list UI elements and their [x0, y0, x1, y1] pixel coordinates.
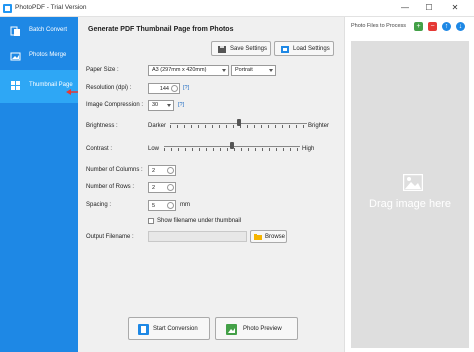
load-settings-label: Load Settings — [293, 46, 330, 52]
spacing-unit: mm — [180, 202, 190, 208]
contrast-label: Contrast : — [86, 146, 113, 152]
spinner-icon[interactable] — [167, 202, 174, 209]
drop-zone-text: Drag image here — [369, 198, 451, 210]
resolution-label: Resolution (dpi) : — [86, 85, 132, 91]
spacing-label: Spacing : — [86, 202, 112, 208]
sidebar-item-label: Batch Convert — [29, 27, 68, 33]
slider-thumb[interactable] — [236, 119, 241, 126]
sidebar-item-label: Thumbnail Page — [29, 82, 73, 88]
orientation-value: Portrait — [235, 67, 253, 73]
page-title: Generate PDF Thumbnail Page from Photos — [88, 26, 234, 33]
resolution-value: 144 — [159, 85, 169, 92]
folder-icon — [254, 234, 262, 240]
close-icon[interactable]: ✕ — [444, 0, 466, 15]
paper-size-label: Paper Size : — [86, 67, 119, 73]
compression-help-link[interactable]: [?] — [178, 102, 184, 108]
drop-zone[interactable]: Drag image here — [351, 41, 469, 348]
brightness-label: Brightness : — [86, 123, 118, 129]
browse-button[interactable]: Browse — [250, 230, 287, 243]
orientation-select[interactable]: Portrait — [231, 65, 276, 76]
output-filename-input[interactable] — [148, 231, 247, 242]
browse-label: Browse — [265, 234, 286, 240]
columns-value: 2 — [152, 167, 156, 174]
chevron-down-icon — [222, 69, 226, 72]
slider-thumb[interactable] — [230, 142, 234, 149]
paper-size-select[interactable]: A3 (297mm x 420mm) — [148, 65, 229, 76]
spinner-icon[interactable] — [167, 167, 174, 174]
spinner-icon[interactable] — [167, 184, 174, 191]
spinner-icon[interactable] — [171, 85, 178, 92]
resolution-help-link[interactable]: [?] — [183, 85, 189, 91]
contrast-high-label: High — [302, 146, 315, 152]
start-conversion-label: Start Conversion — [153, 326, 198, 332]
sidebar: Batch Convert Photos Merge Thumbnail Pag… — [0, 17, 78, 352]
output-filename-label: Output Filename : — [86, 234, 134, 240]
sidebar-item-thumbnail-page[interactable]: Thumbnail Page — [0, 70, 78, 103]
move-down-icon[interactable]: ↓ — [456, 22, 465, 31]
maximize-icon[interactable]: ☐ — [418, 0, 440, 15]
window-title: PhotoPDF - Trial Version — [15, 4, 87, 11]
rows-value: 2 — [152, 184, 156, 191]
thumbnail-grid-icon — [11, 81, 20, 90]
brightness-high-label: Brighter — [308, 123, 330, 129]
show-filename-checkbox[interactable] — [148, 218, 154, 224]
spacing-stepper[interactable]: 5 — [148, 200, 176, 211]
app-icon — [3, 4, 12, 13]
photo-preview-icon — [226, 324, 237, 335]
remove-file-icon[interactable]: − — [428, 22, 437, 31]
start-conversion-button[interactable]: Start Conversion — [128, 317, 210, 340]
compression-label: Image Compression : — [86, 102, 144, 108]
chevron-down-icon — [269, 69, 273, 72]
compression-select[interactable]: 30 — [148, 100, 174, 111]
minimize-icon[interactable]: — — [394, 0, 416, 15]
photo-files-panel: Photo Files to Process + − ↑ ↓ Drag imag… — [344, 17, 474, 352]
compression-value: 30 — [152, 102, 159, 108]
columns-label: Number of Columns : — [86, 167, 143, 173]
contrast-low-label: Low — [148, 146, 160, 152]
sidebar-item-label: Photos Merge — [29, 52, 67, 58]
add-file-icon[interactable]: + — [414, 22, 423, 31]
save-settings-button[interactable]: Save Settings — [211, 41, 271, 56]
rows-stepper[interactable]: 2 — [148, 182, 176, 193]
pdf-convert-icon — [138, 324, 149, 335]
load-icon — [281, 46, 289, 53]
save-icon — [218, 46, 226, 53]
move-up-icon[interactable]: ↑ — [442, 22, 451, 31]
photo-preview-label: Photo Preview — [243, 326, 282, 332]
main-panel: Generate PDF Thumbnail Page from Photos … — [78, 17, 344, 352]
contrast-slider[interactable] — [164, 142, 300, 152]
rows-label: Number of Rows : — [86, 184, 135, 190]
sidebar-item-photos-merge[interactable]: Photos Merge — [0, 42, 78, 72]
paper-size-value: A3 (297mm x 420mm) — [152, 67, 207, 73]
image-placeholder-icon — [403, 174, 423, 191]
load-settings-button[interactable]: Load Settings — [274, 41, 334, 56]
brightness-low-label: Darker — [148, 123, 167, 129]
title-bar: PhotoPDF - Trial Version — ☐ ✕ — [0, 0, 474, 17]
resolution-stepper[interactable]: 144 — [148, 83, 180, 94]
columns-stepper[interactable]: 2 — [148, 165, 176, 176]
photo-preview-button[interactable]: Photo Preview — [215, 317, 298, 340]
spacing-value: 5 — [152, 202, 156, 209]
batch-convert-icon — [10, 26, 20, 36]
save-settings-label: Save Settings — [230, 46, 268, 52]
photos-merge-icon — [10, 52, 21, 61]
brightness-slider[interactable] — [170, 119, 307, 129]
photo-files-title: Photo Files to Process — [351, 23, 407, 29]
chevron-down-icon — [167, 104, 171, 107]
show-filename-label: Show filename under thumbnail — [157, 218, 242, 224]
